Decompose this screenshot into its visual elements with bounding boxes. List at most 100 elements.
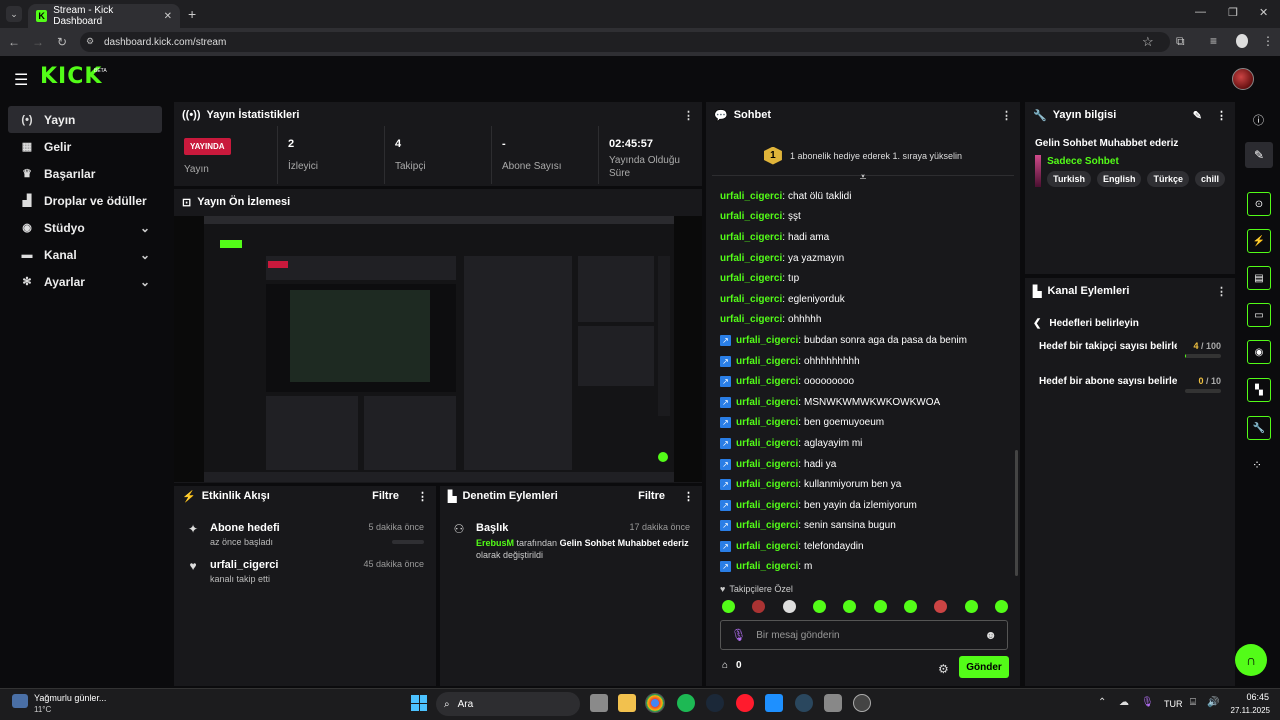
- category-thumbnail[interactable]: [1035, 155, 1042, 187]
- emote-icon[interactable]: [934, 600, 948, 613]
- chat-username[interactable]: urfali_cigerci: [736, 376, 798, 387]
- chat-username[interactable]: urfali_cigerci: [736, 397, 798, 408]
- goals-back-button[interactable]: ❮ Hedefleri belirleyin: [1025, 304, 1235, 329]
- moderation-filter-button[interactable]: Filtre: [638, 490, 665, 502]
- chat-username[interactable]: urfali_cigerci: [736, 520, 798, 531]
- back-icon[interactable]: ←: [2, 35, 26, 49]
- flash-tool-icon[interactable]: ⚡: [1247, 229, 1271, 253]
- notes-tool-icon[interactable]: ▤: [1247, 266, 1271, 290]
- support-headset-icon[interactable]: ∩: [1235, 644, 1267, 676]
- chrome-icon[interactable]: [645, 693, 665, 713]
- activity-menu-icon[interactable]: ⋮: [417, 490, 428, 503]
- app-icon[interactable]: [765, 694, 783, 712]
- sidebar-item-3[interactable]: ▟ Droplar ve ödüller: [8, 187, 162, 214]
- site-info-icon[interactable]: ⚙: [86, 36, 94, 47]
- chat-username[interactable]: urfali_cigerci: [736, 500, 798, 511]
- maximize-icon[interactable]: ❐: [1228, 6, 1238, 19]
- chat-username[interactable]: urfali_cigerci: [720, 294, 782, 305]
- minimize-icon[interactable]: —: [1195, 6, 1206, 18]
- tray-chevron-icon[interactable]: ⌃: [1098, 697, 1106, 708]
- emote-icon[interactable]: [903, 600, 917, 613]
- browser-menu-icon[interactable]: ⋮: [1262, 34, 1274, 48]
- camera-tool-icon[interactable]: ⊙: [1247, 192, 1271, 216]
- chat-input[interactable]: 🎙 Bir mesaj gönderin ☻: [720, 620, 1008, 650]
- edit-pencil-icon[interactable]: ✎: [1193, 109, 1202, 122]
- emoji-picker-icon[interactable]: ☻: [984, 628, 997, 642]
- user-avatar[interactable]: [1232, 68, 1254, 90]
- chat-username[interactable]: urfali_cigerci: [736, 479, 798, 490]
- category-name[interactable]: Sadece Sohbet: [1047, 156, 1225, 167]
- hamburger-menu-icon[interactable]: ☰: [14, 70, 28, 90]
- sidebar-item-2[interactable]: ♛ Başarılar: [8, 160, 162, 187]
- more-tools-icon[interactable]: ⁘: [1252, 458, 1262, 472]
- emote-icon[interactable]: [843, 600, 857, 613]
- sidebar-item-6[interactable]: ✻ Ayarlar ⌄: [8, 268, 162, 295]
- tab-close-icon[interactable]: ✕: [164, 11, 172, 22]
- tab-list-icon[interactable]: ⌄: [6, 6, 22, 22]
- stream-tag[interactable]: chill: [1194, 171, 1225, 187]
- moderation-user[interactable]: ErebusM: [476, 538, 514, 548]
- steam-icon[interactable]: [706, 694, 724, 712]
- language-indicator[interactable]: TUR: [1164, 699, 1183, 709]
- layout-tool-icon[interactable]: ▚: [1247, 378, 1271, 402]
- emote-icon[interactable]: [722, 600, 735, 613]
- sidebar-item-4[interactable]: ◉ Stüdyo ⌄: [8, 214, 162, 241]
- chat-username[interactable]: urfali_cigerci: [736, 356, 798, 367]
- chat-username[interactable]: urfali_cigerci: [720, 232, 782, 243]
- cloud-icon[interactable]: ☁: [1119, 697, 1129, 708]
- points-store-icon[interactable]: ⌂: [722, 660, 728, 671]
- steam-alt-icon[interactable]: [795, 694, 813, 712]
- chat-username[interactable]: urfali_cigerci: [736, 541, 798, 552]
- edit-tool-icon[interactable]: ✎: [1245, 142, 1273, 168]
- chevron-down-icon[interactable]: ⌄: [140, 221, 150, 235]
- emote-icon[interactable]: [752, 600, 766, 613]
- clock-time[interactable]: 06:45: [1231, 692, 1269, 702]
- emote-icon[interactable]: [964, 600, 978, 613]
- emote-icon[interactable]: [994, 600, 1008, 613]
- chat-settings-icon[interactable]: ⚙: [938, 662, 949, 676]
- taskbar-search[interactable]: ⌕ Ara: [436, 692, 580, 716]
- profile-icon[interactable]: [1236, 34, 1248, 48]
- browser-tab[interactable]: K Stream - Kick Dashboard ✕: [28, 4, 180, 28]
- reload-icon[interactable]: ↻: [50, 35, 74, 49]
- opera-icon[interactable]: [736, 694, 754, 712]
- extensions-icon[interactable]: ⧉: [1176, 34, 1185, 49]
- file-explorer-icon[interactable]: [618, 694, 636, 712]
- mic-tray-icon[interactable]: 🎙: [1141, 697, 1154, 708]
- weather-icon[interactable]: [12, 694, 28, 708]
- stream-preview-video[interactable]: [174, 216, 702, 482]
- chat-username[interactable]: urfali_cigerci: [720, 211, 782, 222]
- chat-username[interactable]: urfali_cigerci: [720, 314, 782, 325]
- game-app-icon[interactable]: [824, 694, 842, 712]
- chat-username[interactable]: urfali_cigerci: [720, 273, 782, 284]
- sidebar-item-1[interactable]: ▦ Gelir: [8, 133, 162, 160]
- sidebar-item-5[interactable]: ▬ Kanal ⌄: [8, 241, 162, 268]
- goal-row[interactable]: Hedef bir takipçi sayısı belirle... 4 / 1…: [1039, 341, 1221, 358]
- network-icon[interactable]: ⌸: [1190, 697, 1196, 708]
- windows-start-icon[interactable]: [411, 695, 427, 711]
- chat-scrollbar[interactable]: [1015, 450, 1018, 576]
- chat-username[interactable]: urfali_cigerci: [720, 253, 782, 264]
- emote-icon[interactable]: [782, 600, 796, 613]
- weather-text[interactable]: Yağmurlu günler...: [34, 693, 106, 703]
- address-bar[interactable]: dashboard.kick.com/stream: [80, 32, 1170, 52]
- send-button[interactable]: Gönder: [959, 656, 1009, 678]
- wrench-tool-icon[interactable]: 🔧: [1247, 416, 1271, 440]
- activity-filter-button[interactable]: Filtre: [372, 490, 399, 502]
- media-icon[interactable]: ≡: [1210, 34, 1217, 48]
- chat-username[interactable]: urfali_cigerci: [736, 561, 798, 572]
- stream-info-menu-icon[interactable]: ⋮: [1216, 109, 1227, 122]
- chevron-down-icon[interactable]: ⌄: [140, 275, 150, 289]
- stream-tag[interactable]: Türkçe: [1147, 171, 1189, 187]
- stream-tag[interactable]: Turkish: [1047, 171, 1091, 187]
- sidebar-item-0[interactable]: (•) Yayın: [8, 106, 162, 133]
- task-view-icon[interactable]: [590, 694, 608, 712]
- info-icon[interactable]: ⓘ: [1253, 112, 1264, 128]
- stream-tag[interactable]: English: [1096, 171, 1142, 187]
- chat-username[interactable]: urfali_cigerci: [736, 459, 798, 470]
- emote-icon[interactable]: [873, 600, 887, 613]
- moderation-menu-icon[interactable]: ⋮: [683, 490, 694, 503]
- stats-menu-icon[interactable]: ⋮: [683, 109, 694, 122]
- chat-username[interactable]: urfali_cigerci: [736, 438, 798, 449]
- volume-icon[interactable]: 🔊: [1207, 697, 1219, 708]
